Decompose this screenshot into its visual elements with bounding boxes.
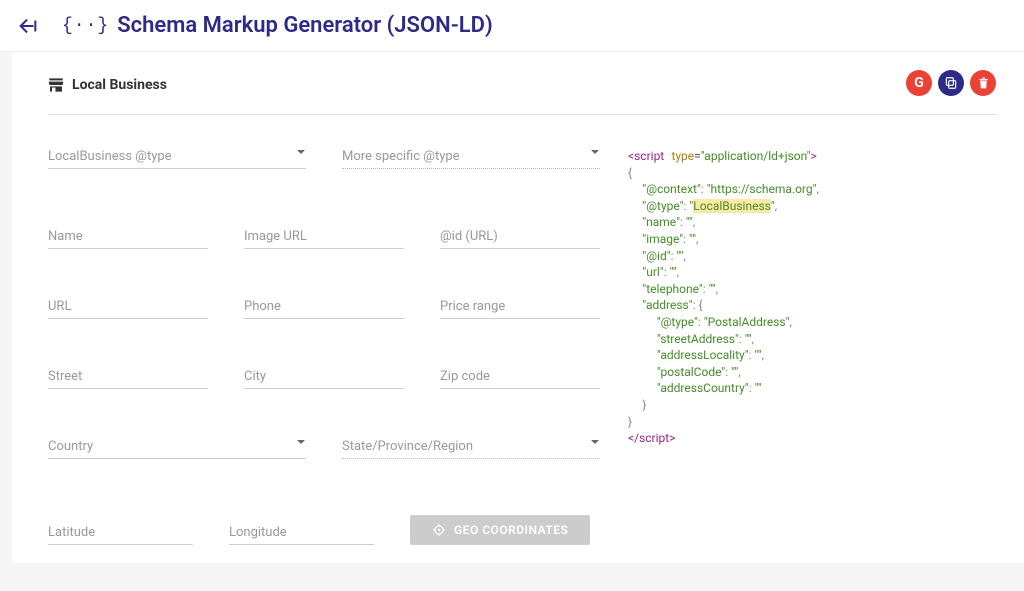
divider [48, 114, 996, 115]
top-bar: {··} Schema Markup Generator (JSON-LD) [0, 0, 1024, 52]
country-select[interactable] [48, 435, 306, 459]
phone-input[interactable] [244, 295, 404, 319]
content-area: Local Business G [12, 52, 1024, 563]
url-input[interactable] [48, 295, 208, 319]
google-test-button[interactable]: G [906, 70, 932, 96]
action-bar: G [906, 70, 996, 96]
longitude-input[interactable] [229, 521, 374, 545]
local-business-type-select[interactable] [48, 145, 306, 169]
crosshair-icon [432, 523, 446, 537]
zip-input[interactable] [440, 365, 600, 389]
geo-coordinates-button[interactable]: GEO COORDINATES [410, 515, 590, 545]
image-url-input[interactable] [244, 225, 404, 249]
store-icon [48, 78, 64, 92]
name-input[interactable] [48, 225, 208, 249]
section-title: Local Business [72, 77, 167, 93]
page-title: Schema Markup Generator (JSON-LD) [117, 13, 492, 38]
copy-button[interactable] [938, 70, 964, 96]
latitude-input[interactable] [48, 521, 193, 545]
back-arrow-icon [17, 15, 39, 37]
street-input[interactable] [48, 365, 208, 389]
geo-button-label: GEO COORDINATES [454, 523, 568, 537]
form-panel: GEO COORDINATES [48, 145, 600, 591]
logo-icon: {··} [62, 16, 109, 36]
back-button[interactable] [14, 12, 42, 40]
copy-icon [944, 76, 958, 90]
price-range-input[interactable] [440, 295, 600, 319]
trash-icon [977, 77, 990, 90]
code-panel: <script type="application/ld+json"> { "@… [628, 145, 996, 591]
delete-button[interactable] [970, 70, 996, 96]
json-ld-output: <script type="application/ld+json"> { "@… [628, 149, 996, 448]
city-input[interactable] [244, 365, 404, 389]
more-specific-type-select[interactable] [342, 145, 600, 169]
id-url-input[interactable] [440, 225, 600, 249]
state-select[interactable] [342, 435, 600, 459]
